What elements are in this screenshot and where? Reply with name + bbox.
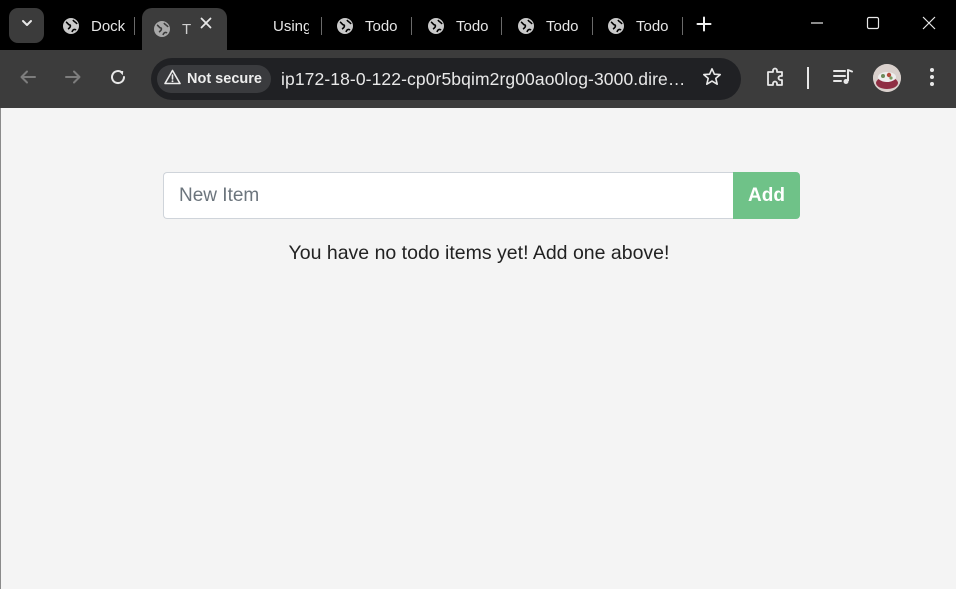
star-icon [702,67,722,92]
forward-button[interactable] [56,62,90,96]
security-label: Not secure [187,71,262,87]
tab-close-button[interactable] [194,13,218,37]
warning-icon [164,69,181,90]
address-bar[interactable]: Not secure ip172-18-0-122-cp0r5bqim2rg00… [151,58,741,100]
close-window-button[interactable] [901,0,956,50]
tab-title: T [182,20,192,38]
close-icon [922,16,936,35]
tab-todo-2[interactable]: Todo [427,8,491,44]
tab-separator [321,17,322,35]
empty-state-message: You have no todo items yet! Add one abov… [288,242,670,264]
browser-toolbar: Not secure ip172-18-0-122-cp0r5bqim2rg00… [0,50,956,108]
tab-todo-3[interactable]: Todo [517,8,581,44]
more-vert-icon [929,67,935,92]
globe-icon [517,17,535,35]
globe-icon [62,17,80,35]
chrome-menu-button[interactable] [915,62,949,96]
reload-button[interactable] [101,62,135,96]
tab-search-button[interactable] [9,8,44,43]
url-text[interactable]: ip172-18-0-122-cp0r5bqim2rg00ao0log-3000… [281,69,691,90]
close-icon [200,16,212,34]
maximize-button[interactable] [845,0,901,50]
page-viewport: Add You have no todo items yet! Add one … [0,108,956,589]
add-button[interactable]: Add [733,172,800,219]
profile-avatar[interactable] [873,64,901,92]
tab-strip: Dock T Using Todo Todo Todo Todo [0,0,956,50]
minimize-icon [810,16,824,35]
media-controls-button[interactable] [826,62,860,96]
tab-separator [501,17,502,35]
tab-todo-1[interactable]: Todo [336,8,400,44]
tab-title: Todo [636,17,669,35]
tab-title: Todo [365,17,398,35]
tab-separator [682,17,683,35]
tab-title: Using [273,17,309,35]
globe-icon [153,20,171,38]
plus-icon [696,16,712,37]
tab-dock[interactable]: Dock [62,8,126,44]
bookmark-button[interactable] [699,66,725,92]
puzzle-icon [765,66,787,93]
tab-separator [411,17,412,35]
tab-todo-4[interactable]: Todo [607,8,671,44]
maximize-icon [866,16,880,35]
globe-icon [336,17,354,35]
tab-title: Dock [91,17,126,35]
tab-separator [134,17,135,35]
site-info-chip[interactable]: Not secure [157,65,271,93]
tab-title: Todo [546,17,579,35]
tab-title: Todo [456,17,489,35]
tab-using[interactable]: Using [273,8,309,44]
back-button[interactable] [11,62,45,96]
tab-separator [592,17,593,35]
new-item-input[interactable] [163,172,733,219]
add-item-form: Add [163,172,800,219]
extensions-button[interactable] [759,62,793,96]
arrow-left-icon [19,68,37,91]
globe-icon [427,17,445,35]
toolbar-divider [807,67,809,89]
globe-icon [607,17,625,35]
playlist-icon [832,66,854,93]
minimize-button[interactable] [789,0,845,50]
reload-icon [109,68,127,91]
new-tab-button[interactable] [691,13,717,39]
chevron-down-icon [20,16,34,35]
arrow-right-icon [64,68,82,91]
